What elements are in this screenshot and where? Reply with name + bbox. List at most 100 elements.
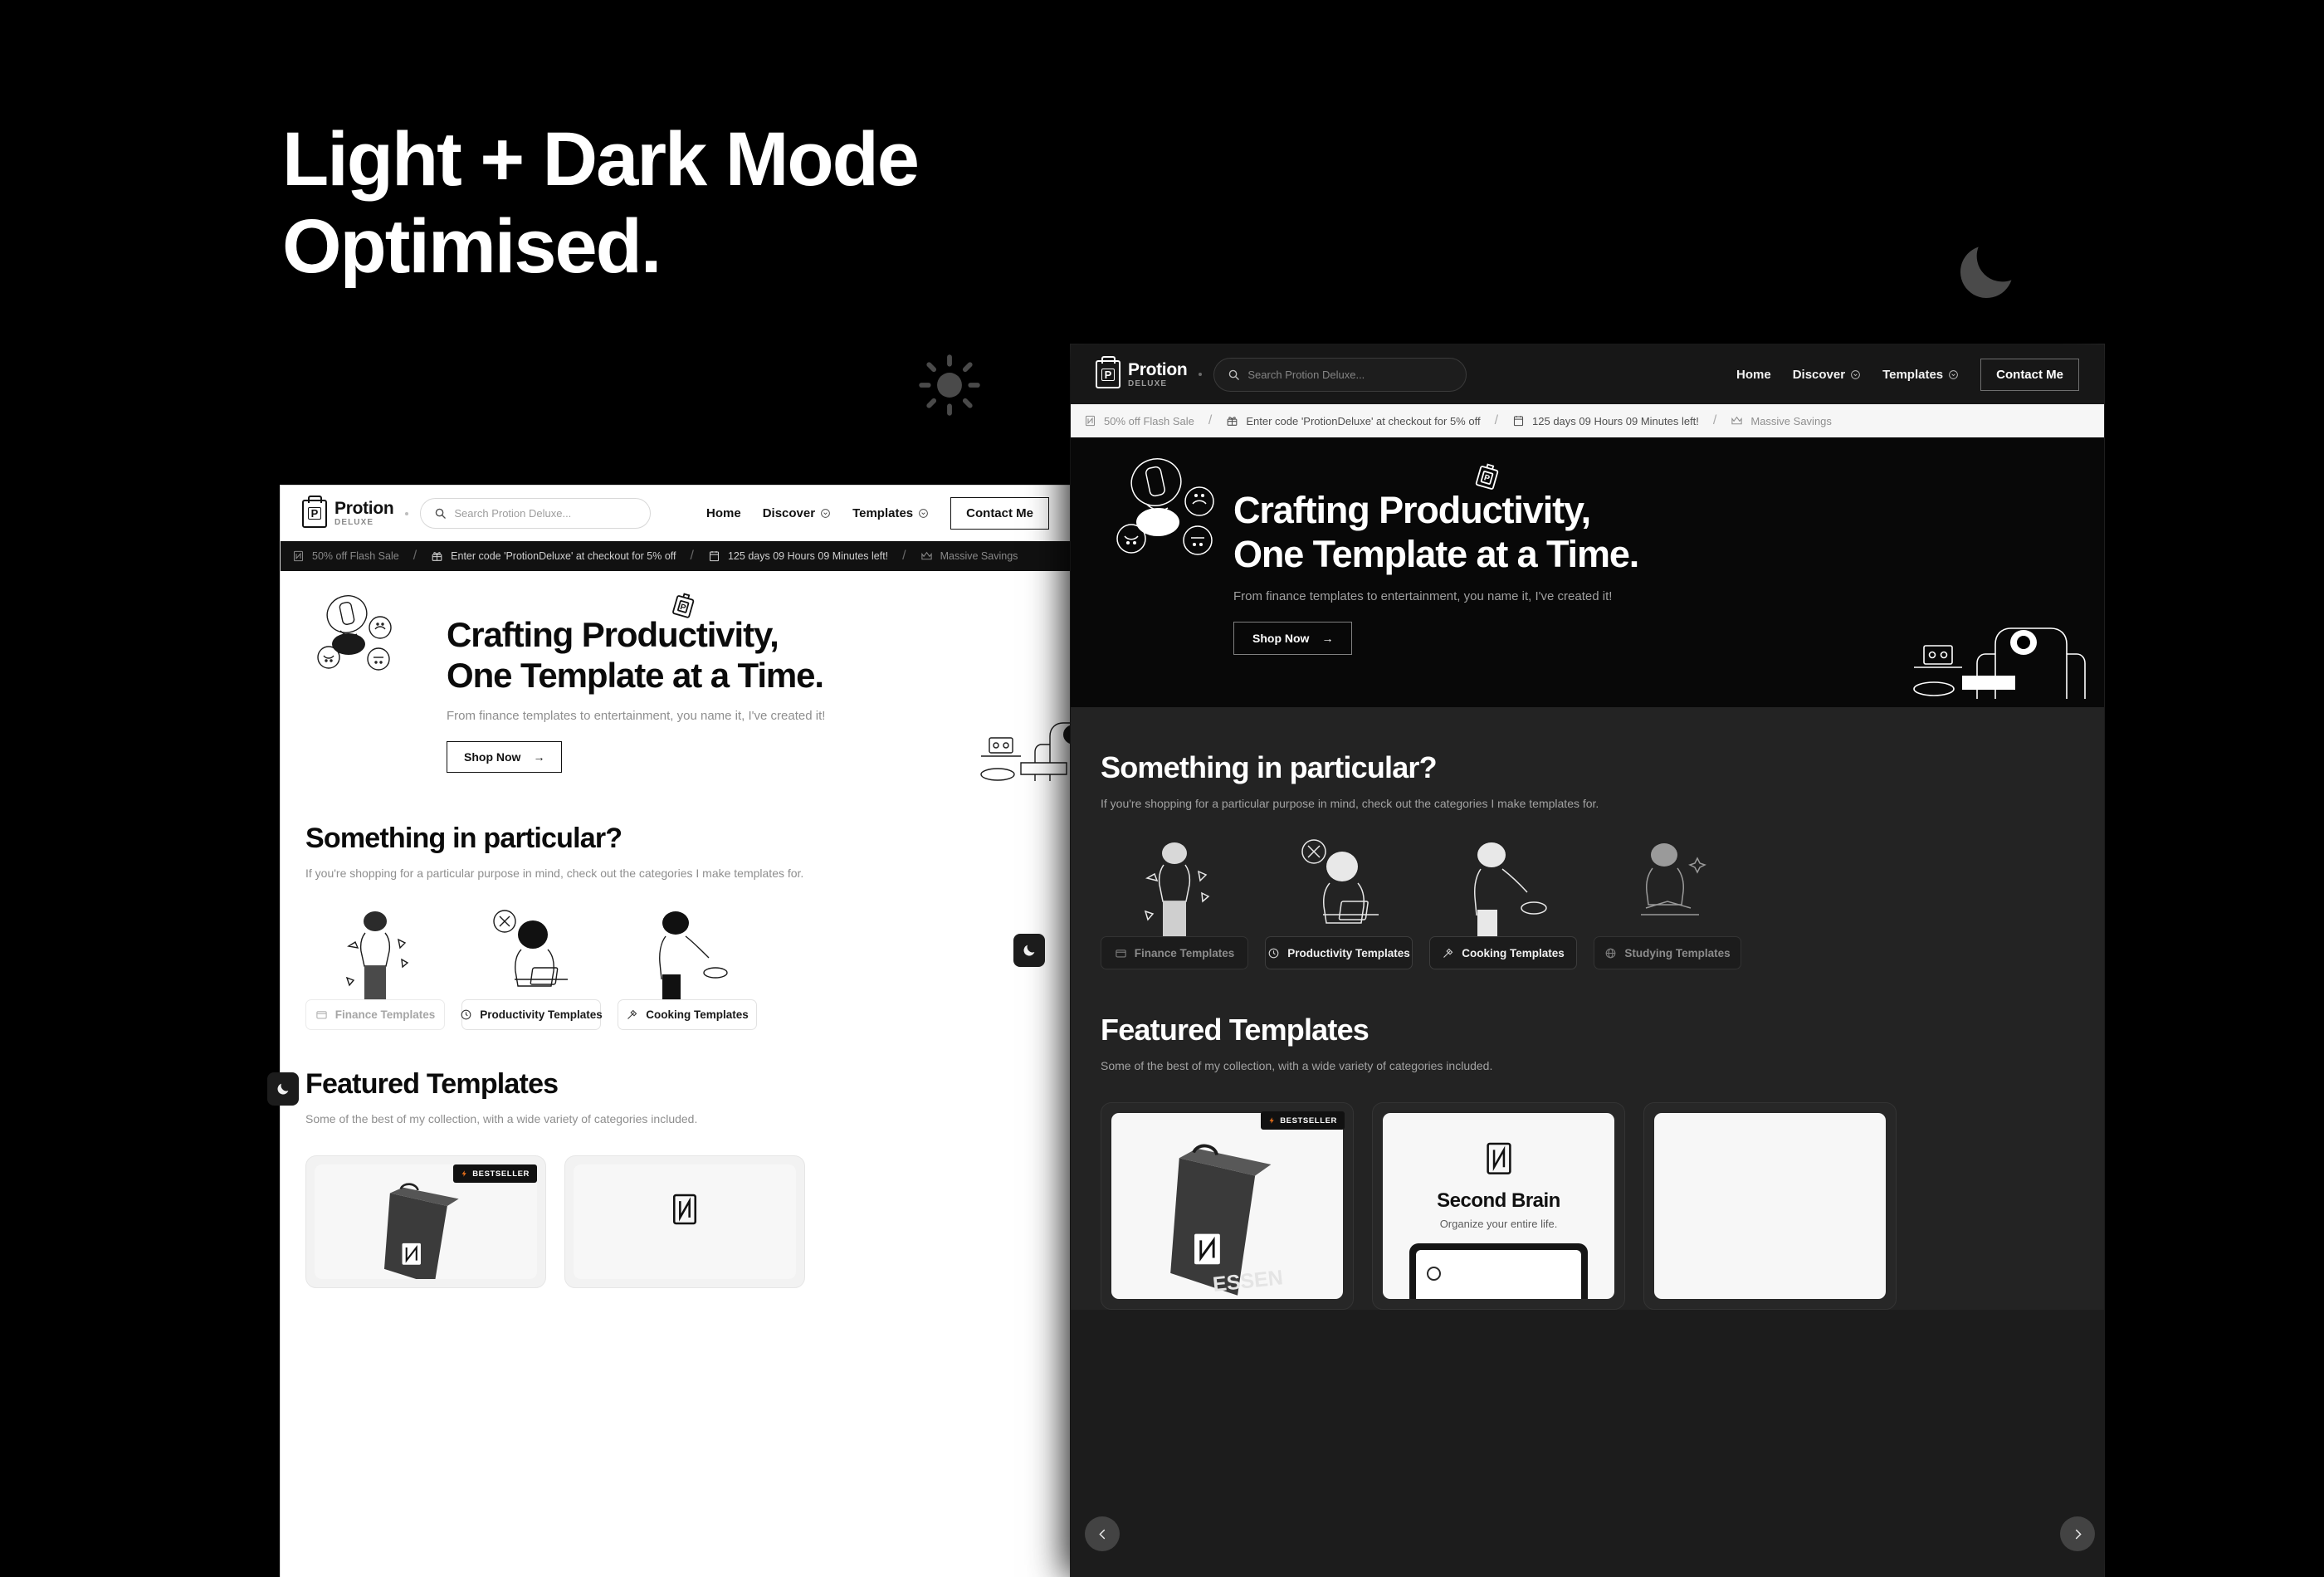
ticker-item: 125 days 09 Hours 09 Minutes left! [1512,414,1699,427]
category-pill-cooking[interactable]: Cooking Templates [618,999,757,1030]
category-pill-finance[interactable]: Finance Templates [305,999,445,1030]
protion-logo-icon: P [1096,356,1120,388]
logo-title: Protion [334,499,394,518]
nav-item-discover[interactable]: Discover [763,506,831,520]
shop-now-button[interactable]: Shop Now → [1233,622,1353,656]
nav-item-templates[interactable]: Templates [1882,368,1959,382]
logo-subtitle: DELUXE [334,518,374,527]
spatula-icon [627,1009,637,1019]
notion-logo-icon [1486,1142,1511,1174]
calendar-icon [709,551,720,562]
dark-mode-toggle-dark-window[interactable] [1013,934,1045,967]
nav-label: Discover [762,506,816,520]
calendar-icon [1513,416,1524,427]
featured-card-title: Second Brain [1437,1189,1560,1212]
nav-label: Discover [1792,367,1846,382]
hero-title-line-2: One Template at a Time. [1233,532,1639,575]
category-pill-studying[interactable]: Studying Templates [1594,936,1741,969]
light-mode-browser-window: P Protion DELUXE Search Protion Deluxe..… [281,486,1071,1577]
category-label: Finance Templates [1134,946,1235,959]
hero-subtitle: From finance templates to entertainment,… [1233,589,1613,604]
featured-card-image: ESSEN [1111,1113,1343,1299]
dark-hero-section: P Crafting Productivity, One Template at… [1071,437,2104,707]
light-featured-section: Featured Templates Some of the best of m… [281,1030,1071,1288]
category-pill-finance[interactable]: Finance Templates [1101,936,1248,969]
hero-illustration-right [971,701,1071,793]
category-card-row: Finance Templates Productivity Templates… [305,908,1071,1030]
ticker-item: Massive Savings [920,549,1018,563]
category-card-cooking[interactable]: Cooking Templates [618,908,757,1030]
category-card-productivity[interactable]: Productivity Templates [461,908,603,1030]
clock-icon [1268,948,1279,958]
category-pill-productivity[interactable]: Productivity Templates [461,999,603,1030]
dark-mode-toggle-light-window[interactable] [267,1072,299,1106]
chevron-down-icon [1851,369,1860,379]
site-logo[interactable]: P Protion DELUXE [302,495,394,528]
category-label: Cooking Templates [1462,946,1565,959]
categories-title: Something in particular? [1101,750,1438,784]
light-navbar: P Protion DELUXE Search Protion Deluxe..… [281,486,1071,541]
shop-now-label: Shop Now [464,750,521,764]
badge-label: BESTSELLER [1280,1116,1337,1125]
status-badge: BESTSELLER [453,1164,537,1183]
nav-item-home[interactable]: Home [1736,368,1771,382]
carousel-prev-button[interactable] [1085,1516,1120,1551]
featured-card-second-brain[interactable]: Second Brain Organize your entire life. [1372,1102,1625,1310]
categories-subtitle: If you're shopping for a particular purp… [1101,797,1599,810]
nav-item-discover[interactable]: Discover [1793,368,1861,382]
category-card-productivity[interactable]: Productivity Templates [1265,838,1413,969]
featured-title: Featured Templates [1101,1013,1370,1047]
carousel-next-button[interactable] [2060,1516,2095,1551]
cooking-illustration [618,908,757,999]
ticker-text: 125 days 09 Hours 09 Minutes left! [1532,414,1699,427]
chevron-down-icon [1949,369,1959,379]
sun-icon [917,353,982,417]
category-pill-cooking[interactable]: Cooking Templates [1429,936,1577,969]
wallet-icon [316,1011,327,1019]
category-label: Productivity Templates [480,1008,603,1021]
featured-card-bestseller[interactable]: BESTSELLER ESSEN [1101,1102,1354,1310]
shop-now-button[interactable]: Shop Now → [447,741,563,774]
dark-categories-section: Something in particular? If you're shopp… [1071,707,2104,969]
nav-item-templates[interactable]: Templates [852,506,929,520]
chevron-right-icon [2075,1529,2082,1539]
category-card-cooking[interactable]: Cooking Templates [1429,838,1577,969]
ticker-text: Massive Savings [1750,414,1832,427]
search-icon [1229,369,1240,380]
featured-card-second-brain[interactable] [564,1155,805,1288]
badge-label: BESTSELLER [472,1169,530,1179]
ticker-separator: / [1208,413,1213,427]
contact-me-button[interactable]: Contact Me [950,497,1049,530]
status-badge: BESTSELLER [1261,1111,1345,1130]
category-pill-productivity[interactable]: Productivity Templates [1265,936,1413,969]
category-card-finance[interactable]: Finance Templates [1101,838,1248,969]
category-card-studying[interactable]: Studying Templates [1594,838,1741,969]
contact-me-button[interactable]: Contact Me [1980,358,2079,391]
ticker-text: Enter code 'ProtionDeluxe' at checkout f… [451,550,676,562]
featured-card-third[interactable] [1643,1102,1897,1310]
finance-illustration [1101,838,1248,936]
logo-divider-dot [1199,373,1203,376]
featured-card-bestseller[interactable]: BESTSELLER [305,1155,546,1288]
wallet-icon [1116,949,1126,957]
studying-illustration [1594,838,1741,936]
arrow-right-icon: → [533,750,545,764]
search-input[interactable]: Search Protion Deluxe... [420,498,652,529]
logo-subtitle: DELUXE [1128,378,1168,388]
category-label: Finance Templates [334,1008,436,1021]
light-categories-section: Something in particular? If you're shopp… [281,784,1071,1030]
page-title: Light + Dark Mode Optimised. [282,116,920,290]
chevron-down-icon [821,509,830,518]
logo-mark-letter: P [1101,368,1116,381]
ticker-text: Enter code 'ProtionDeluxe' at checkout f… [1246,414,1481,427]
site-logo[interactable]: P Protion DELUXE [1096,356,1188,388]
featured-card-image [1654,1113,1886,1299]
laptop-screen [1416,1249,1581,1299]
category-label: Productivity Templates [1287,946,1410,959]
category-card-finance[interactable]: Finance Templates [305,908,445,1030]
crown-icon [1731,416,1743,425]
search-input[interactable]: Search Protion Deluxe... [1213,357,1467,392]
ticker-item: Enter code 'ProtionDeluxe' at checkout f… [431,549,676,563]
laptop-mockup [1409,1243,1588,1299]
nav-item-home[interactable]: Home [706,506,741,520]
